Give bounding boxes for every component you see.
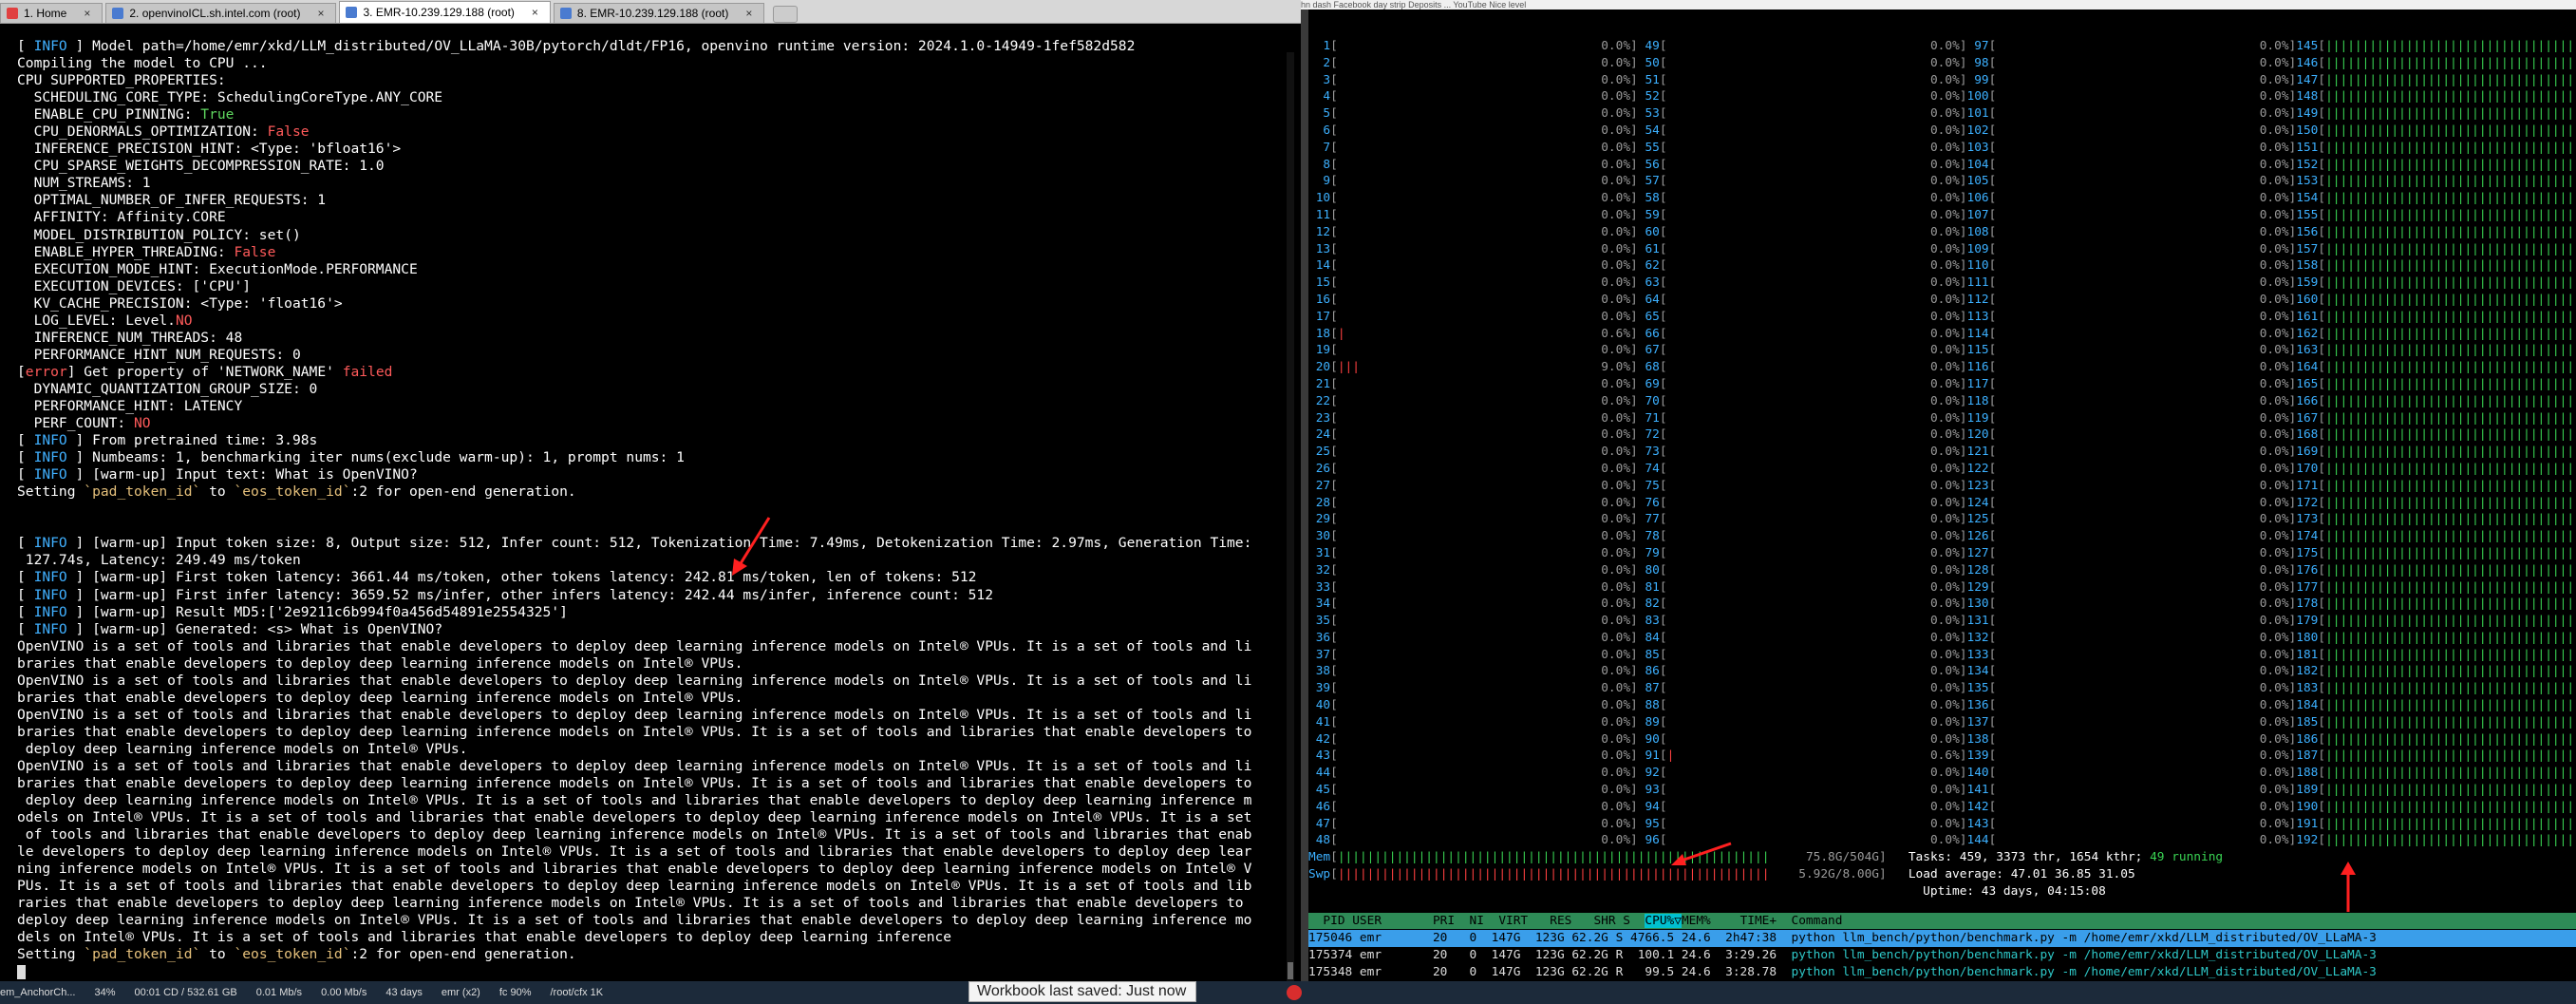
left-terminal-pane[interactable]: [ INFO ] Model path=/home/emr/xkd/LLM_di…: [0, 24, 1301, 981]
terminal-output[interactable]: [ INFO ] Model path=/home/emr/xkd/LLM_di…: [17, 38, 1289, 981]
close-icon[interactable]: ×: [84, 7, 90, 20]
taskbar-item[interactable]: em_AnchorCh...: [0, 987, 75, 998]
tab-1[interactable]: 1. Home ×: [0, 3, 103, 23]
close-icon[interactable]: ×: [317, 7, 324, 20]
htop-pane[interactable]: 1[ 0.0%] 49[ 0.0%] 97[ 0.0%]145[||||||||…: [1308, 9, 2576, 981]
taskbar-item[interactable]: 0.00 Mb/s: [321, 987, 367, 998]
process-row[interactable]: 175348 emr 20 0 147G 123G 62.2G R 99.5 2…: [1308, 964, 2576, 981]
process-row[interactable]: 175374 emr 20 0 147G 123G 62.2G R 100.1 …: [1308, 947, 2576, 964]
tab-label: 1. Home: [24, 7, 67, 20]
tab-label: 3. EMR-10.239.129.188 (root): [363, 6, 515, 19]
close-icon[interactable]: ×: [745, 7, 752, 20]
tab-bar: 1. Home × 2. openvinoICL.sh.intel.com (roo…: [0, 0, 1301, 24]
taskbar-item[interactable]: 00:01 CD / 532.61 GB: [135, 987, 237, 998]
tab-3[interactable]: 3. EMR-10.239.129.188 (root) ×: [339, 1, 551, 23]
pane-divider[interactable]: [1301, 9, 1308, 981]
bookmark-strip: hn dash Facebook day strip Deposits ... …: [1301, 0, 1527, 9]
taskbar-item[interactable]: emr (x2): [442, 987, 480, 998]
notification-icon[interactable]: [1287, 985, 1302, 1000]
terminal-scrollbar[interactable]: [1287, 52, 1294, 981]
taskbar-item[interactable]: 34%: [94, 987, 115, 998]
new-tab-button[interactable]: [773, 6, 799, 23]
process-row[interactable]: 175046 emr 20 0 147G 123G 62.2G S 4766.5…: [1308, 930, 2576, 947]
terminal-icon: [112, 8, 124, 19]
save-status-toast: Workbook last saved: Just now: [968, 981, 1196, 1002]
text-cursor: [17, 965, 26, 980]
tab-4[interactable]: 8. EMR-10.239.129.188 (root) ×: [553, 3, 765, 23]
scrollbar-thumb[interactable]: [1288, 962, 1293, 979]
taskbar-item[interactable]: 43 days: [385, 987, 423, 998]
home-icon: [7, 8, 18, 19]
terminal-icon: [559, 8, 572, 19]
htop-meters: 1[ 0.0%] 49[ 0.0%] 97[ 0.0%]145[||||||||…: [1308, 39, 2576, 899]
taskbar-item[interactable]: /root/cfx 1K: [551, 987, 604, 998]
close-icon[interactable]: ×: [532, 6, 538, 19]
right-top-strip: hn dash Facebook day strip Deposits ... …: [1301, 0, 2576, 9]
taskbar-item[interactable]: 0.01 Mb/s: [256, 987, 302, 998]
tab-label: 2. openvinoICL.sh.intel.com (root): [129, 7, 301, 20]
process-table-header[interactable]: PID USER PRI NI VIRT RES SHR S CPU%▽MEM%…: [1308, 913, 2576, 929]
terminal-icon: [346, 7, 358, 18]
tab-2[interactable]: 2. openvinoICL.sh.intel.com (root) ×: [105, 3, 337, 23]
tab-label: 8. EMR-10.239.129.188 (root): [576, 7, 729, 20]
taskbar-item[interactable]: fc 90%: [499, 987, 532, 998]
